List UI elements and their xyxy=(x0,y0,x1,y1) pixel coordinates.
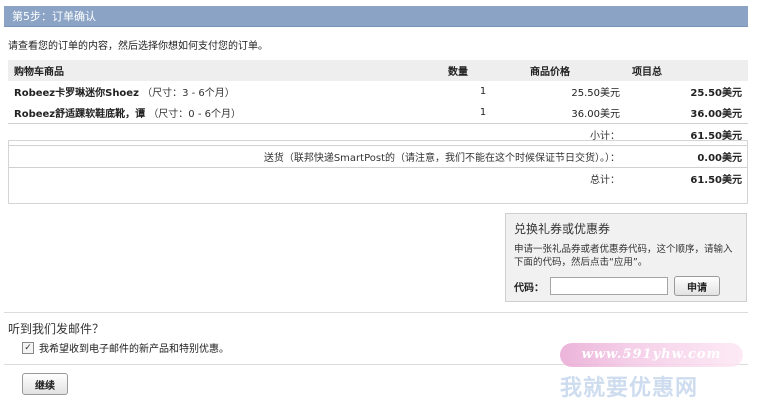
cart-table: 购物车商品 数量 商品价格 项目总 Robeez卡罗琳迷你Shoez （尺寸：3… xyxy=(8,60,748,189)
item-price: 36.00美元 xyxy=(571,109,620,120)
coupon-box: 兑换礼券或优惠券 申请一张礼品券或者优惠券代码，这个顺序，请输入下面的代码，然后… xyxy=(505,213,747,302)
header-total: 项目总 xyxy=(626,60,748,81)
header-price: 商品价格 xyxy=(524,60,626,81)
header-qty: 数量 xyxy=(442,60,524,81)
cart-header-row: 购物车商品 数量 商品价格 项目总 xyxy=(8,60,748,81)
email-optin[interactable]: ✓ 我希望收到电子邮件的新产品和特别优惠。 xyxy=(22,340,229,355)
shipping-row: 送货（联邦快递SmartPost的（请注意，我们不能在这个时候保证节日交货）。）… xyxy=(8,145,748,168)
coupon-form: 代码： 申请 xyxy=(514,276,720,296)
step-header: 第5步：订单确认 xyxy=(4,6,748,27)
header-item: 购物车商品 xyxy=(8,60,442,81)
item-total: 36.00美元 xyxy=(690,109,742,120)
subtotal-label: 小计： xyxy=(8,123,626,146)
item-price: 25.50美元 xyxy=(571,88,620,99)
email-optin-label: 我希望收到电子邮件的新产品和特别优惠。 xyxy=(39,344,229,355)
total-row: 总计： 61.50美元 xyxy=(8,167,748,189)
step-title: 第5步：订单确认 xyxy=(12,10,96,23)
total-label: 总计： xyxy=(8,167,626,189)
coupon-title: 兑换礼券或优惠券 xyxy=(514,222,611,236)
total-value: 61.50美元 xyxy=(626,167,748,189)
apply-coupon-button[interactable]: 申请 xyxy=(674,276,720,296)
item-cell: Robeez舒适踝软鞋底靴，谭 （尺寸：0 - 6个月） xyxy=(8,102,442,124)
item-qty: 1 xyxy=(479,86,487,97)
subtotal-row: 小计： 61.50美元 xyxy=(8,123,748,146)
intro-text: 请查看您的订单的内容，然后选择你想如何支付您的订单。 xyxy=(8,41,268,52)
item-name: Robeez舒适踝软鞋底靴，谭 xyxy=(14,109,146,120)
shipping-value: 0.00美元 xyxy=(626,145,748,168)
coupon-description: 申请一张礼品券或者优惠券代码，这个顺序，请输入下面的代码，然后点击“应用”。 xyxy=(514,244,733,268)
item-cell: Robeez卡罗琳迷你Shoez （尺寸：3 - 6个月） xyxy=(8,81,442,102)
coupon-code-label: 代码： xyxy=(514,282,544,294)
item-size: （尺寸：3 - 6个月） xyxy=(142,88,235,99)
shipping-label: 送货（联邦快递SmartPost的（请注意，我们不能在这个时候保证节日交货）。）… xyxy=(8,145,626,168)
email-optin-checkbox[interactable]: ✓ xyxy=(22,341,34,354)
item-qty: 1 xyxy=(479,107,487,118)
coupon-code-input[interactable] xyxy=(550,277,668,295)
item-total: 25.50美元 xyxy=(690,88,742,99)
watermark-url: www.591yhw.com xyxy=(560,343,743,367)
subtotal-value: 61.50美元 xyxy=(626,123,748,146)
cart-item-row: Robeez舒适踝软鞋底靴，谭 （尺寸：0 - 6个月） 1 36.00美元 3… xyxy=(8,102,748,124)
divider xyxy=(4,312,748,313)
cart-item-row: Robeez卡罗琳迷你Shoez （尺寸：3 - 6个月） 1 25.50美元 … xyxy=(8,81,748,102)
item-size: （尺寸：0 - 6个月） xyxy=(148,109,242,120)
watermark-text: 我就要优惠网 xyxy=(560,376,699,401)
continue-button[interactable]: 继续 xyxy=(22,373,68,395)
item-name: Robeez卡罗琳迷你Shoez xyxy=(14,88,139,99)
email-heading: 听到我们发邮件？ xyxy=(8,322,105,336)
